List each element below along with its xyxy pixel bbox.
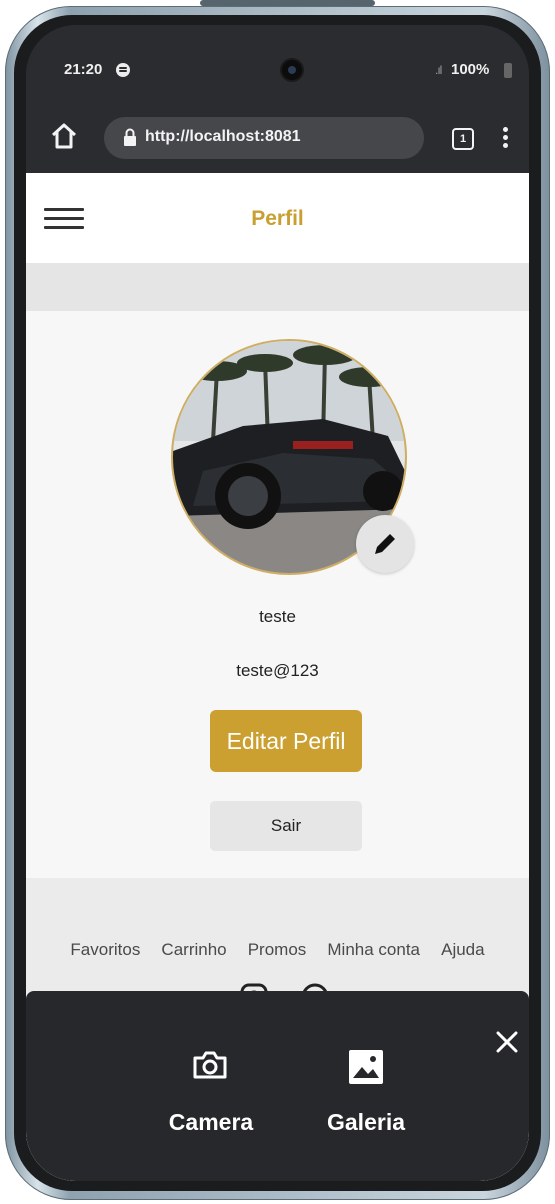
signal-icon: .ıl xyxy=(435,63,442,77)
gallery-icon[interactable] xyxy=(346,1047,386,1087)
lock-icon xyxy=(124,128,136,146)
home-icon[interactable] xyxy=(49,121,79,151)
app-header: Perfil xyxy=(26,173,529,263)
footer-link-promos[interactable]: Promos xyxy=(248,940,307,960)
close-icon[interactable] xyxy=(494,1029,520,1055)
tabs-icon[interactable]: 1 xyxy=(452,128,474,150)
pencil-icon xyxy=(375,534,395,554)
footer-link-favoritos[interactable]: Favoritos xyxy=(70,940,140,960)
edit-profile-button[interactable]: Editar Perfil xyxy=(210,710,362,772)
header-band xyxy=(26,263,529,311)
browser-toolbar: http://localhost:8081 1 xyxy=(26,105,529,173)
battery-icon xyxy=(504,63,512,78)
phone-side-button xyxy=(200,0,375,6)
profile-name: teste xyxy=(259,607,296,626)
camera-icon[interactable] xyxy=(192,1049,228,1081)
logout-button[interactable]: Sair xyxy=(210,801,362,851)
page-title: Perfil xyxy=(251,207,304,230)
phone-screen: 21:20 .ıl 100% http://localhost:8081 1 P… xyxy=(26,25,529,1181)
footer-link-ajuda[interactable]: Ajuda xyxy=(441,940,484,960)
footer-link-carrinho[interactable]: Carrinho xyxy=(161,940,226,960)
status-bar: 21:20 .ıl 100% xyxy=(26,25,529,105)
camera-label[interactable]: Camera xyxy=(156,1109,266,1136)
more-icon[interactable] xyxy=(503,127,509,151)
image-picker-sheet: Camera Galeria xyxy=(26,991,529,1181)
edit-avatar-button[interactable] xyxy=(356,515,414,573)
battery-percent: 100% xyxy=(451,61,490,78)
url-text[interactable]: http://localhost:8081 xyxy=(145,128,301,146)
gallery-label[interactable]: Galeria xyxy=(308,1109,424,1136)
url-bar[interactable]: http://localhost:8081 xyxy=(104,117,424,159)
phone-frame: 21:20 .ıl 100% http://localhost:8081 1 P… xyxy=(5,0,550,1200)
footer-link-minha-conta[interactable]: Minha conta xyxy=(327,940,420,960)
status-time: 21:20 xyxy=(64,61,103,78)
spotify-icon xyxy=(116,63,130,77)
phone-bezel: 21:20 .ıl 100% http://localhost:8081 1 P… xyxy=(14,15,541,1191)
profile-email: teste@123 xyxy=(236,661,319,680)
footer-links: Favoritos Carrinho Promos Minha conta Aj… xyxy=(26,940,529,960)
front-camera xyxy=(282,60,302,80)
